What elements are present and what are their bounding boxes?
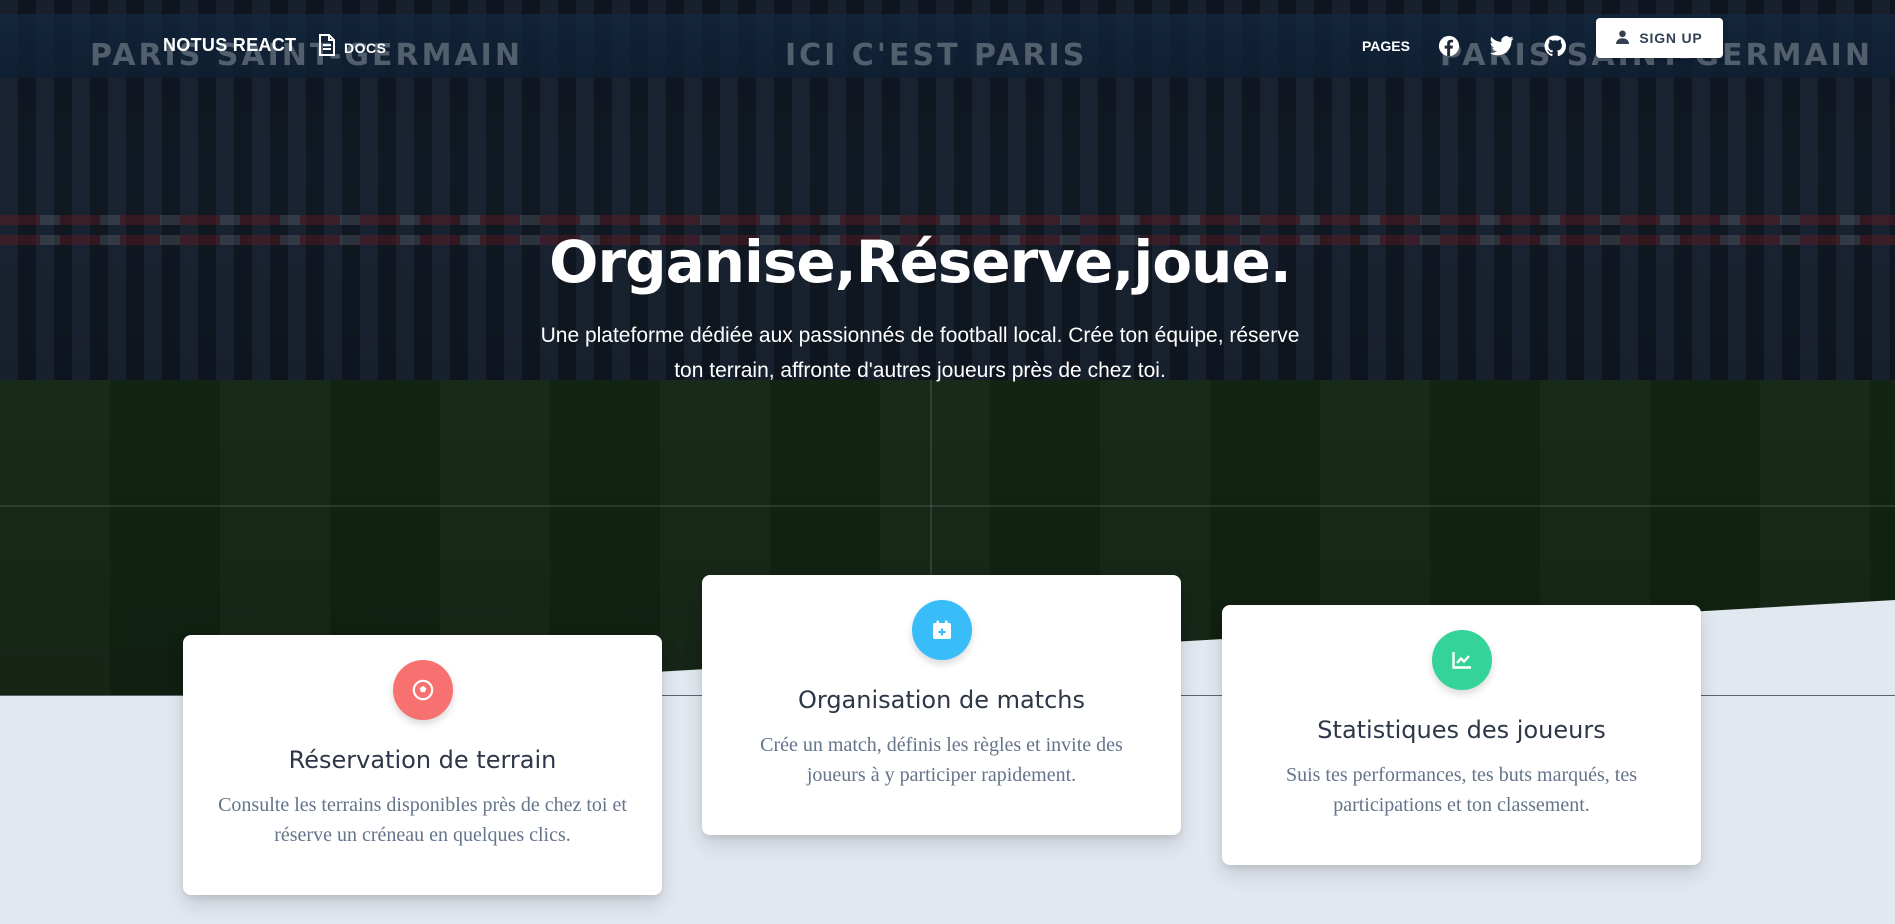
github-icon[interactable] — [1542, 33, 1568, 59]
signup-button[interactable]: SIGN UP — [1596, 18, 1723, 58]
feature-card-reservation: Réservation de terrain Consulte les terr… — [183, 635, 662, 895]
card-description: Consulte les terrains disponibles près d… — [218, 794, 627, 846]
feature-card-stats: Statistiques des joueurs Suis tes perfor… — [1222, 605, 1701, 865]
signup-label: SIGN UP — [1639, 30, 1703, 46]
brand-link[interactable]: NOTUS REACT — [163, 35, 296, 56]
hero-title: Organise,Réserve,joue. — [549, 228, 1292, 296]
card-title: Réservation de terrain — [288, 746, 557, 774]
pages-menu[interactable]: PAGES — [1362, 38, 1410, 54]
docs-label: DOCS — [344, 39, 387, 56]
twitter-icon[interactable] — [1489, 33, 1515, 59]
hero-subtitle: Une plateforme dédiée aux passionnés de … — [540, 324, 1300, 382]
navbar: NOTUS REACT DOCS PAGES SIGN UP — [0, 0, 1895, 90]
card-description: Crée un match, définis les règles et inv… — [760, 734, 1123, 786]
card-description: Suis tes performances, tes buts marqués,… — [1285, 764, 1638, 816]
chart-line-icon — [1431, 630, 1492, 690]
card-title: Statistiques des joueurs — [1317, 716, 1606, 744]
football-icon — [392, 660, 453, 720]
facebook-icon[interactable] — [1436, 33, 1462, 59]
card-title: Organisation de matchs — [797, 686, 1085, 714]
user-icon — [1616, 30, 1630, 47]
docs-link[interactable]: DOCS — [318, 33, 386, 62]
document-icon — [318, 33, 336, 62]
calendar-plus-icon — [911, 600, 972, 660]
feature-card-matchs: Organisation de matchs Crée un match, dé… — [702, 575, 1181, 835]
